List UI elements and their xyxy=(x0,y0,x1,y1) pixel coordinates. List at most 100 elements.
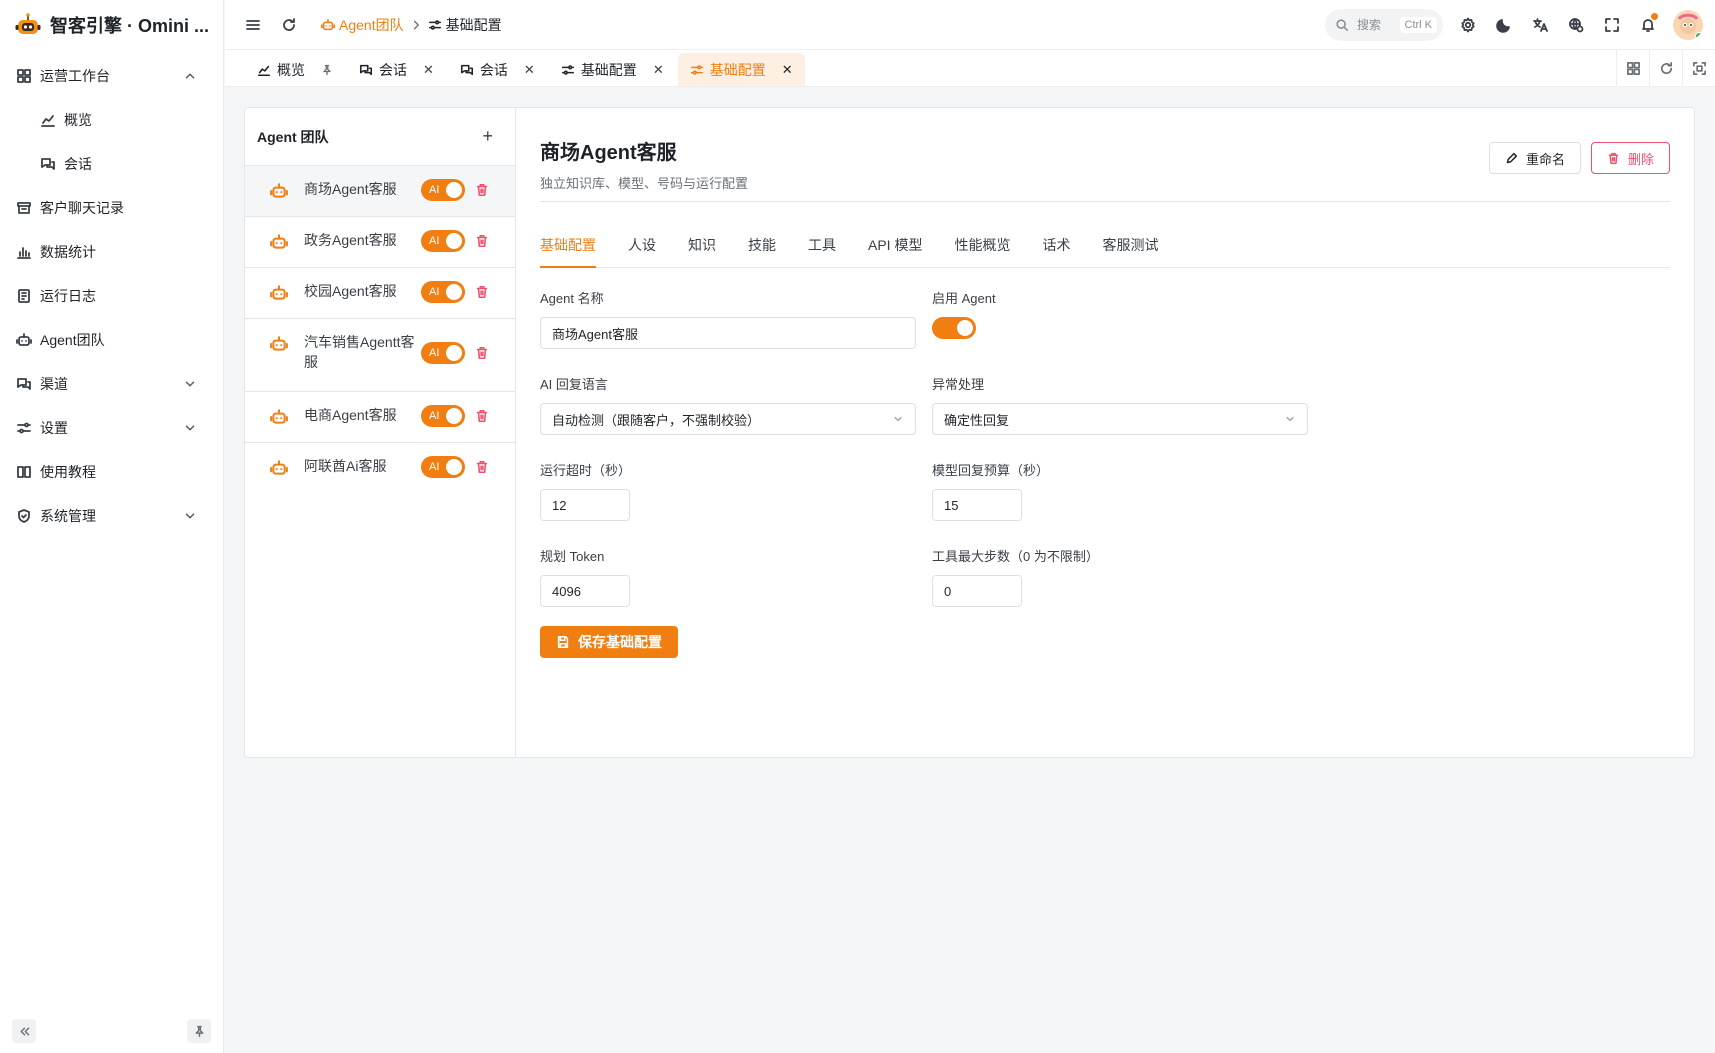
tab-session-1[interactable]: 会话 ✕ xyxy=(347,53,446,86)
trash-icon[interactable] xyxy=(475,460,489,474)
tab-label: 基础配置 xyxy=(709,61,766,78)
tab-label: 会话 xyxy=(479,61,508,78)
tab-service-test[interactable]: 客服测试 xyxy=(1102,235,1158,267)
agent-ai-toggle[interactable]: AI xyxy=(421,230,465,252)
tab-tools[interactable]: 工具 xyxy=(808,235,836,267)
brand-name: 智客引擎 · Omini ... xyxy=(50,16,210,36)
agent-ai-toggle[interactable]: AI xyxy=(421,342,465,364)
tab-api-model[interactable]: API 模型 xyxy=(868,235,922,267)
agent-ai-toggle[interactable]: AI xyxy=(421,456,465,478)
sidebar-item-label: 会话 xyxy=(64,156,92,172)
agent-ai-toggle[interactable]: AI xyxy=(421,281,465,303)
dark-mode-button[interactable] xyxy=(1493,14,1515,36)
close-tab-icon[interactable]: ✕ xyxy=(524,62,535,78)
sidebar-item-label: 系统管理 xyxy=(40,508,96,524)
agent-ai-toggle[interactable]: AI xyxy=(421,179,465,201)
sidebar-item-sessions[interactable]: 会话 xyxy=(0,142,223,186)
select-value: 自动检测（跟随客户，不强制校验） xyxy=(552,412,761,428)
agent-list-item[interactable]: 商场Agent客服 AI xyxy=(245,166,515,217)
enable-agent-toggle[interactable] xyxy=(932,317,976,339)
gear-icon xyxy=(1461,17,1475,32)
sidebar-item-channels[interactable]: 渠道 xyxy=(0,362,223,406)
field-label: 启用 Agent xyxy=(932,291,996,306)
agent-list-item[interactable]: 校园Agent客服 AI xyxy=(245,268,515,319)
refresh-button[interactable] xyxy=(277,13,301,37)
sidebar-item-logs[interactable]: 运行日志 xyxy=(0,274,223,318)
toggle-knob xyxy=(446,345,462,361)
delete-button[interactable]: 删除 xyxy=(1590,142,1670,174)
search-placeholder: 搜索 xyxy=(1357,18,1382,32)
agent-list-item[interactable]: 阿联酋Ai客服 AI xyxy=(245,443,515,494)
sidebar-item-system[interactable]: 系统管理 xyxy=(0,494,223,538)
pin-sidebar-button[interactable] xyxy=(187,1019,211,1043)
tab-maximize-button[interactable] xyxy=(1682,50,1715,87)
fullscreen-button[interactable] xyxy=(1601,14,1623,36)
close-tab-icon[interactable]: ✕ xyxy=(653,62,664,78)
agent-name: 汽车销售Agentt客服 xyxy=(304,334,415,370)
toggle-knob xyxy=(446,233,462,249)
trash-icon[interactable] xyxy=(475,183,489,197)
tab-basic-config-1[interactable]: 基础配置 ✕ xyxy=(549,53,676,86)
breadcrumb-item-basic-config[interactable]: 基础配置 xyxy=(428,15,502,35)
breadcrumb-item-agent-team[interactable]: Agent团队 xyxy=(321,15,404,35)
trash-icon[interactable] xyxy=(475,346,489,360)
chart-line-icon xyxy=(257,65,271,76)
sidebar-item-chat-records[interactable]: 客户聊天记录 xyxy=(0,186,223,230)
tab-session-2[interactable]: 会话 ✕ xyxy=(448,53,547,86)
agent-name-input[interactable]: 商场Agent客服 xyxy=(540,317,916,349)
pin-icon[interactable] xyxy=(321,64,333,76)
sidebar-item-settings[interactable]: 设置 xyxy=(0,406,223,450)
breadcrumb-label: 基础配置 xyxy=(445,16,502,33)
avatar[interactable] xyxy=(1673,9,1703,40)
reply-budget-input[interactable]: 15 xyxy=(932,489,1022,521)
close-tab-icon[interactable]: ✕ xyxy=(782,62,793,78)
trash-icon[interactable] xyxy=(475,285,489,299)
tab-knowledge[interactable]: 知识 xyxy=(688,235,716,267)
sidebar-item-overview[interactable]: 概览 xyxy=(0,98,223,142)
tab-scripts[interactable]: 话术 xyxy=(1042,235,1070,267)
toggle-label: AI xyxy=(429,461,440,473)
log-icon xyxy=(18,289,30,303)
tab-bar-actions xyxy=(1616,50,1715,87)
planning-token-input[interactable]: 4096 xyxy=(540,575,630,607)
sidebar-item-tutorial[interactable]: 使用教程 xyxy=(0,450,223,494)
sidebar-item-agent-team[interactable]: Agent团队 xyxy=(0,318,223,362)
exception-handling-select[interactable]: 确定性回复 xyxy=(932,403,1308,435)
translate-button[interactable] xyxy=(1529,14,1551,36)
trash-icon[interactable] xyxy=(475,409,489,423)
notifications-button[interactable] xyxy=(1637,12,1659,36)
globe-icon xyxy=(1569,17,1584,32)
agent-list-item[interactable]: 电商Agent客服 AI xyxy=(245,392,515,443)
tab-basic-config-2[interactable]: 基础配置 ✕ xyxy=(677,53,805,86)
reply-language-select[interactable]: 自动检测（跟随客户，不强制校验） xyxy=(540,403,916,435)
detail-actions: 重命名 删除 xyxy=(1488,142,1670,174)
agent-list-item[interactable]: 汽车销售Agentt客服 AI xyxy=(245,319,515,392)
sidebar-nav: 运营工作台 概览 会话 客户聊天记录 数据统计 运行日志 Agent团队 渠道 … xyxy=(0,54,223,538)
tab-performance[interactable]: 性能概览 xyxy=(954,235,1010,267)
select-value: 确定性回复 xyxy=(944,412,1010,428)
agent-list-item[interactable]: 政务Agent客服 AI xyxy=(245,217,515,268)
tab-grid-button[interactable] xyxy=(1616,50,1649,87)
save-icon xyxy=(557,635,569,649)
tab-overview[interactable]: 概览 xyxy=(245,53,345,86)
run-timeout-input[interactable]: 12 xyxy=(540,489,630,521)
tab-skills[interactable]: 技能 xyxy=(748,235,776,267)
collapse-sidebar-button[interactable] xyxy=(12,1019,36,1043)
settings-button[interactable] xyxy=(1457,14,1479,36)
menu-toggle-button[interactable] xyxy=(241,13,265,37)
add-agent-button[interactable]: + xyxy=(482,126,493,147)
tool-steps-input[interactable]: 0 xyxy=(932,575,1022,607)
search-box[interactable]: 搜索 Ctrl K xyxy=(1325,8,1443,41)
agent-ai-toggle[interactable]: AI xyxy=(421,405,465,427)
language-button[interactable] xyxy=(1565,14,1587,36)
sidebar-item-workbench[interactable]: 运营工作台 xyxy=(0,54,223,98)
rename-button[interactable]: 重命名 xyxy=(1488,142,1581,174)
sidebar-item-statistics[interactable]: 数据统计 xyxy=(0,230,223,274)
close-tab-icon[interactable]: ✕ xyxy=(423,62,434,78)
tab-refresh-button[interactable] xyxy=(1649,50,1682,87)
tab-persona[interactable]: 人设 xyxy=(628,235,656,267)
trash-icon[interactable] xyxy=(475,234,489,248)
tab-basic-config[interactable]: 基础配置 xyxy=(540,235,596,268)
brand[interactable]: 智客引擎 · Omini ... xyxy=(0,0,223,50)
save-basic-config-button[interactable]: 保存基础配置 xyxy=(540,626,678,658)
